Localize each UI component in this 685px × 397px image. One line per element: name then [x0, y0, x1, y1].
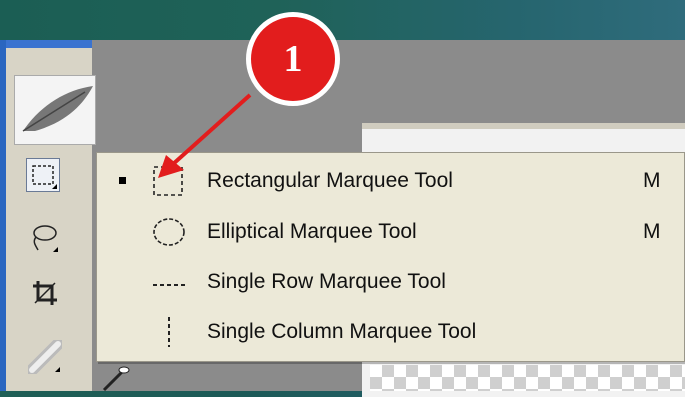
- menu-item-label: Single Column Marquee Tool: [207, 320, 477, 343]
- menu-item-elliptical-marquee[interactable]: Elliptical Marquee Tool M: [97, 207, 685, 257]
- single-row-marquee-icon: [151, 265, 187, 299]
- menu-item-label: Elliptical Marquee Tool: [207, 220, 417, 243]
- slide-background-band: [0, 0, 685, 40]
- marquee-tool-flyout-menu: Rectangular Marquee Tool M Elliptical Ma…: [96, 152, 685, 362]
- selected-bullet-icon: [119, 177, 126, 184]
- rectangular-marquee-icon: [151, 164, 187, 198]
- menu-item-label: Rectangular Marquee Tool: [207, 169, 453, 192]
- transparent-canvas[interactable]: [370, 365, 685, 391]
- menu-item-shortcut: M: [643, 220, 661, 243]
- elliptical-marquee-icon: [151, 215, 187, 249]
- flyout-indicator-icon: [53, 247, 58, 252]
- step-number-callout: 1: [246, 12, 340, 106]
- menu-item-single-row-marquee[interactable]: Single Row Marquee Tool: [97, 257, 685, 307]
- toolbox-titlebar[interactable]: [6, 40, 92, 48]
- flyout-indicator-icon: [52, 184, 57, 189]
- brush-icon: [102, 366, 130, 392]
- crop-tool-button[interactable]: [28, 276, 62, 310]
- feather-logo[interactable]: [14, 75, 96, 145]
- single-column-marquee-icon: [151, 315, 187, 349]
- menu-item-single-column-marquee[interactable]: Single Column Marquee Tool: [97, 307, 685, 357]
- feather-icon: [22, 86, 93, 132]
- healing-brush-tool-button[interactable]: [28, 340, 62, 374]
- menu-item-rectangular-marquee[interactable]: Rectangular Marquee Tool M: [97, 156, 685, 206]
- rectangular-marquee-icon: [32, 165, 54, 185]
- marquee-tool-button[interactable]: [26, 158, 60, 192]
- crop-icon: [33, 281, 57, 305]
- menu-item-shortcut: M: [643, 169, 661, 192]
- menu-item-label: Single Row Marquee Tool: [207, 270, 446, 293]
- lasso-tool-button[interactable]: [26, 220, 60, 254]
- flyout-indicator-icon: [55, 367, 60, 372]
